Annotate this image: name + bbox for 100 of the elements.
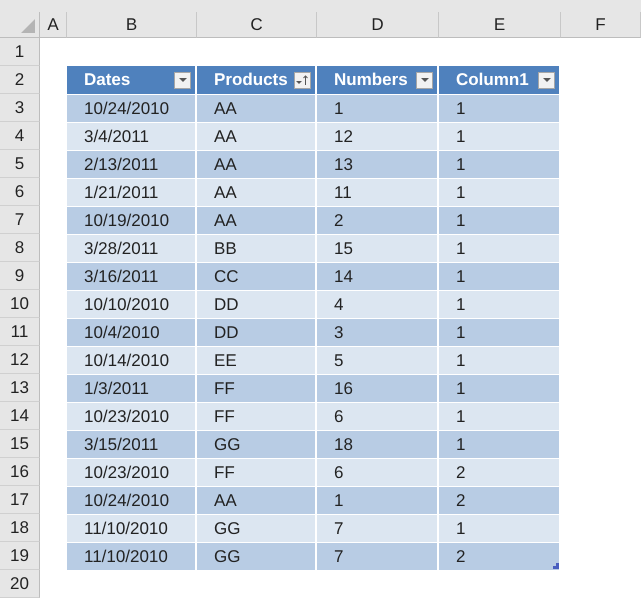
row-number[interactable]: 3	[0, 94, 40, 122]
table-cell: AA	[197, 486, 317, 514]
table-cell: 10/14/2010	[67, 346, 197, 374]
table-cell: 1	[439, 290, 561, 318]
column-header: Dates	[84, 70, 130, 90]
table-cell: 2	[317, 206, 439, 234]
sort-filter-icon	[296, 74, 309, 86]
table-cell: 16	[317, 374, 439, 402]
column-header: Column1	[456, 70, 529, 90]
table-cell: GG	[197, 542, 317, 570]
dropdown-arrow-icon	[420, 78, 428, 82]
column-header: Products	[214, 70, 288, 90]
table-cell: GG	[197, 430, 317, 458]
row-number[interactable]: 9	[0, 262, 40, 290]
table-cell: 7	[317, 514, 439, 542]
table-cell: 11/10/2010	[67, 514, 197, 542]
column-heading[interactable]: A	[40, 12, 67, 38]
table-cell: 2/13/2011	[67, 150, 197, 178]
table-cell: 1	[439, 94, 561, 122]
table-cell: GG	[197, 514, 317, 542]
table-cell: 18	[317, 430, 439, 458]
table-cell: 13	[317, 150, 439, 178]
row-number[interactable]: 5	[0, 150, 40, 178]
row-number[interactable]: 13	[0, 374, 40, 402]
table-cell: 10/24/2010	[67, 94, 197, 122]
table-cell: 1	[439, 514, 561, 542]
row-number[interactable]: 19	[0, 542, 40, 570]
table-cell: 1	[439, 206, 561, 234]
column-heading[interactable]: E	[439, 12, 561, 38]
row-number[interactable]: 14	[0, 402, 40, 430]
table-cell: 11	[317, 178, 439, 206]
filter-button[interactable]	[294, 72, 311, 88]
table-cell: 3/28/2011	[67, 234, 197, 262]
table-cell: 6	[317, 402, 439, 430]
table-cell: 5	[317, 346, 439, 374]
table-cell: 10/19/2010	[67, 206, 197, 234]
table-cell: 1/3/2011	[67, 374, 197, 402]
table-cell: BB	[197, 234, 317, 262]
dropdown-arrow-icon	[178, 78, 186, 82]
row-number[interactable]: 17	[0, 486, 40, 514]
table-cell: 2	[439, 458, 561, 486]
table-cell: 7	[317, 542, 439, 570]
table-cell: EE	[197, 346, 317, 374]
table-cell: FF	[197, 458, 317, 486]
table-cell: 1	[439, 430, 561, 458]
row-number[interactable]: 2	[0, 66, 40, 94]
table-cell: 1	[439, 374, 561, 402]
row-number[interactable]: 15	[0, 430, 40, 458]
table-cell: 14	[317, 262, 439, 290]
column-heading[interactable]: F	[561, 12, 641, 38]
table-cell: 12	[317, 122, 439, 150]
table-cell: 1	[439, 178, 561, 206]
row-number[interactable]: 4	[0, 122, 40, 150]
table-cell: 15	[317, 234, 439, 262]
filter-button[interactable]	[174, 72, 191, 88]
table-cell: 10/23/2010	[67, 402, 197, 430]
table-cell: 4	[317, 290, 439, 318]
table-cell: 6	[317, 458, 439, 486]
resize-handle-icon[interactable]	[553, 563, 559, 569]
table-cell: 10/24/2010	[67, 486, 197, 514]
column-heading[interactable]: B	[67, 12, 197, 38]
table-cell: 1	[439, 150, 561, 178]
row-number[interactable]: 7	[0, 206, 40, 234]
table-cell: 10/10/2010	[67, 290, 197, 318]
row-number[interactable]: 20	[0, 570, 40, 598]
table-cell: 3/4/2011	[67, 122, 197, 150]
row-number[interactable]: 11	[0, 318, 40, 346]
table-cell: 3	[317, 318, 439, 346]
table-cell: 1	[439, 122, 561, 150]
row-number[interactable]: 10	[0, 290, 40, 318]
column-header: Numbers	[334, 70, 408, 90]
column-heading[interactable]: D	[317, 12, 439, 38]
table-cell: CC	[197, 262, 317, 290]
table-cell: FF	[197, 374, 317, 402]
table-cell: 1	[439, 318, 561, 346]
table-cell: 11/10/2010	[67, 542, 197, 570]
table-cell: 10/4/2010	[67, 318, 197, 346]
table-cell: 1/21/2011	[67, 178, 197, 206]
filter-button[interactable]	[416, 72, 433, 88]
table-cell: 1	[317, 486, 439, 514]
dropdown-arrow-icon	[542, 78, 550, 82]
row-number[interactable]: 1	[0, 38, 40, 66]
filter-button[interactable]	[538, 72, 555, 88]
table-cell: AA	[197, 94, 317, 122]
table-cell: FF	[197, 402, 317, 430]
table-cell: AA	[197, 178, 317, 206]
row-number[interactable]: 8	[0, 234, 40, 262]
table-cell: 1	[439, 402, 561, 430]
table-cell: 10/23/2010	[67, 458, 197, 486]
table-cell: 3/15/2011	[67, 430, 197, 458]
row-number[interactable]: 12	[0, 346, 40, 374]
row-number[interactable]: 18	[0, 514, 40, 542]
row-number[interactable]: 6	[0, 178, 40, 206]
table-cell: DD	[197, 290, 317, 318]
column-heading[interactable]: C	[197, 12, 317, 38]
row-number[interactable]: 16	[0, 458, 40, 486]
table-cell: AA	[197, 206, 317, 234]
table-cell: AA	[197, 150, 317, 178]
table-cell: 2	[439, 486, 561, 514]
table-cell: 1	[439, 346, 561, 374]
